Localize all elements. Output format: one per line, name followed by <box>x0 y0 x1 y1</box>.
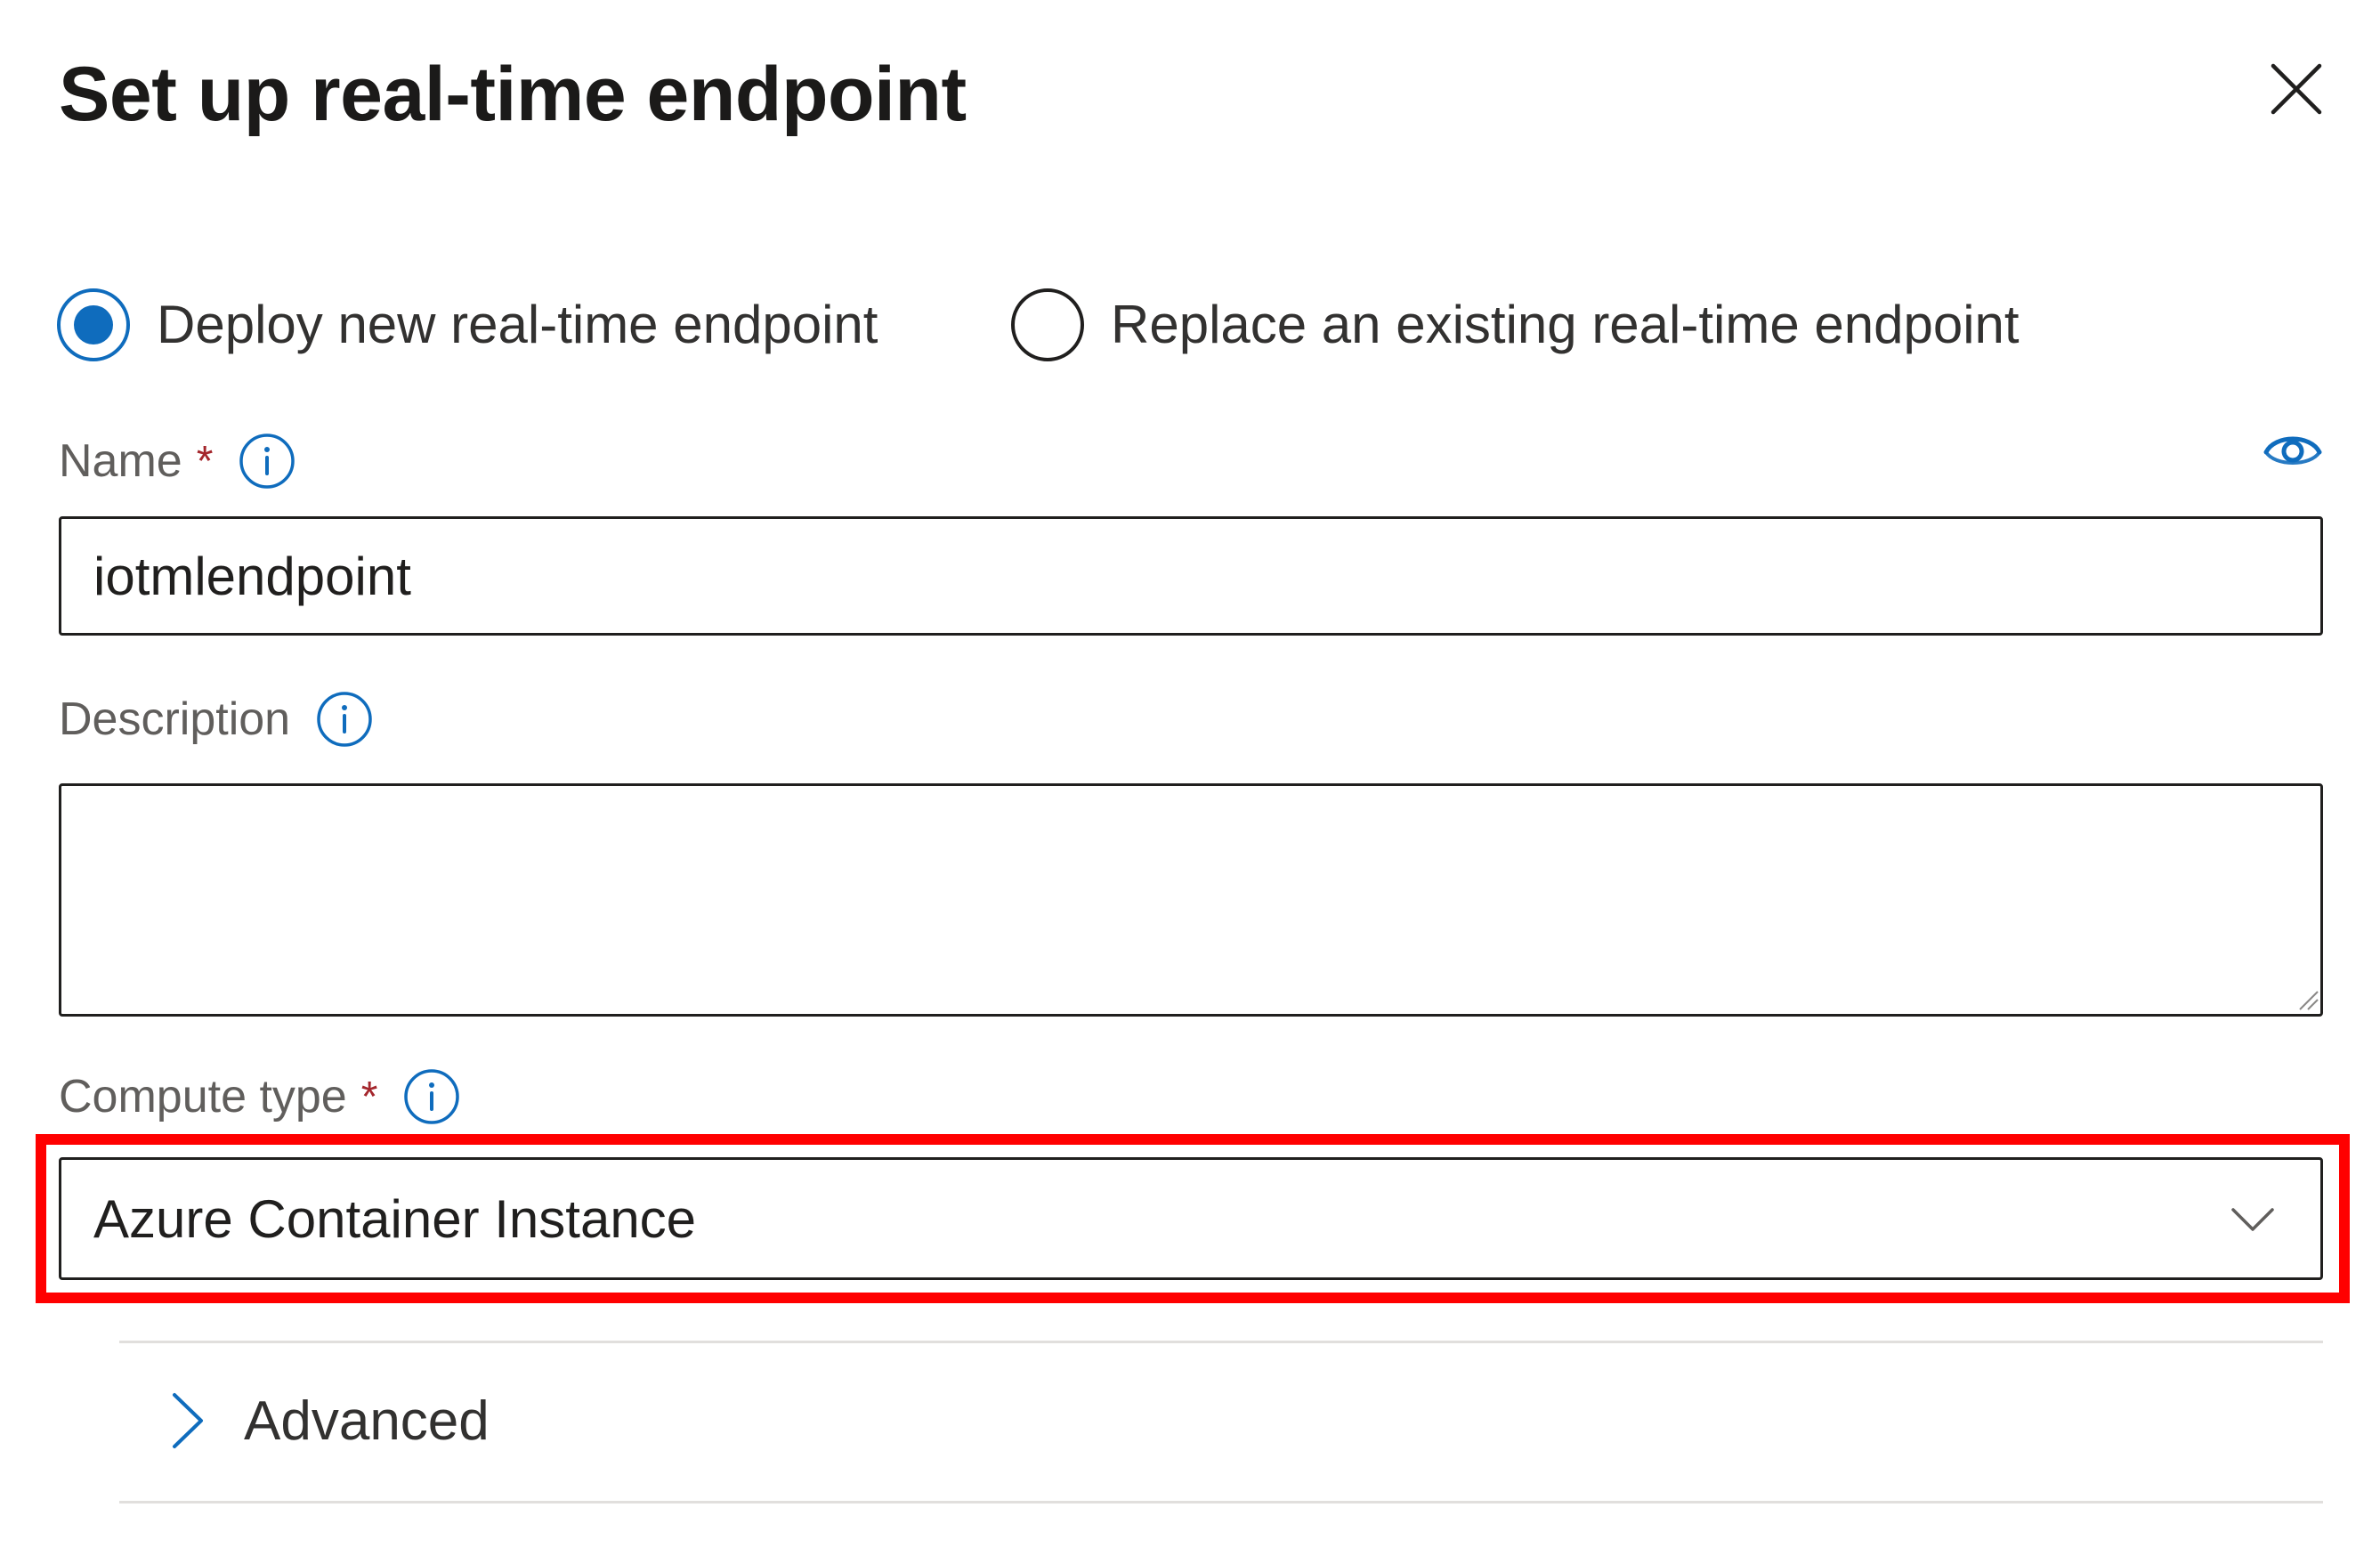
description-label-row: Description <box>59 684 374 755</box>
info-icon[interactable] <box>238 432 296 490</box>
compute-type-dropdown[interactable]: Azure Container Instance <box>59 1157 2323 1280</box>
radio-replace-existing-label: Replace an existing real-time endpoint <box>1111 295 2020 354</box>
resize-grip-icon[interactable] <box>2296 988 2319 1011</box>
advanced-section-toggle[interactable]: Advanced <box>119 1342 2323 1499</box>
radio-deploy-new[interactable]: Deploy new real-time endpoint <box>57 283 878 367</box>
chevron-down-icon <box>2226 1192 2279 1245</box>
info-icon[interactable] <box>315 690 374 749</box>
required-marker: * <box>360 1073 378 1121</box>
radio-deploy-new-label: Deploy new real-time endpoint <box>157 295 878 354</box>
setup-endpoint-panel: Set up real-time endpoint Deploy new rea… <box>0 0 2380 1548</box>
compute-type-label: Compute type <box>59 1071 347 1123</box>
info-icon[interactable] <box>402 1067 461 1126</box>
close-icon <box>2271 63 2322 115</box>
name-label: Name <box>59 435 182 487</box>
divider <box>119 1501 2323 1503</box>
close-button[interactable] <box>2261 53 2332 125</box>
page-title: Set up real-time endpoint <box>59 52 967 137</box>
radio-button-checked[interactable] <box>57 288 130 361</box>
compute-type-label-row: Compute type * <box>59 1061 461 1132</box>
chevron-right-icon <box>155 1390 217 1452</box>
radio-replace-existing[interactable]: Replace an existing real-time endpoint <box>1011 283 2020 367</box>
description-textarea[interactable] <box>59 783 2323 1017</box>
compute-type-selected-value: Azure Container Instance <box>93 1188 697 1249</box>
eye-icon[interactable] <box>2261 418 2325 482</box>
name-input[interactable] <box>59 516 2323 636</box>
radio-button-unchecked[interactable] <box>1011 288 1084 361</box>
description-label: Description <box>59 693 291 745</box>
advanced-label: Advanced <box>244 1390 490 1452</box>
required-marker: * <box>196 437 214 485</box>
name-label-row: Name * <box>59 425 296 497</box>
